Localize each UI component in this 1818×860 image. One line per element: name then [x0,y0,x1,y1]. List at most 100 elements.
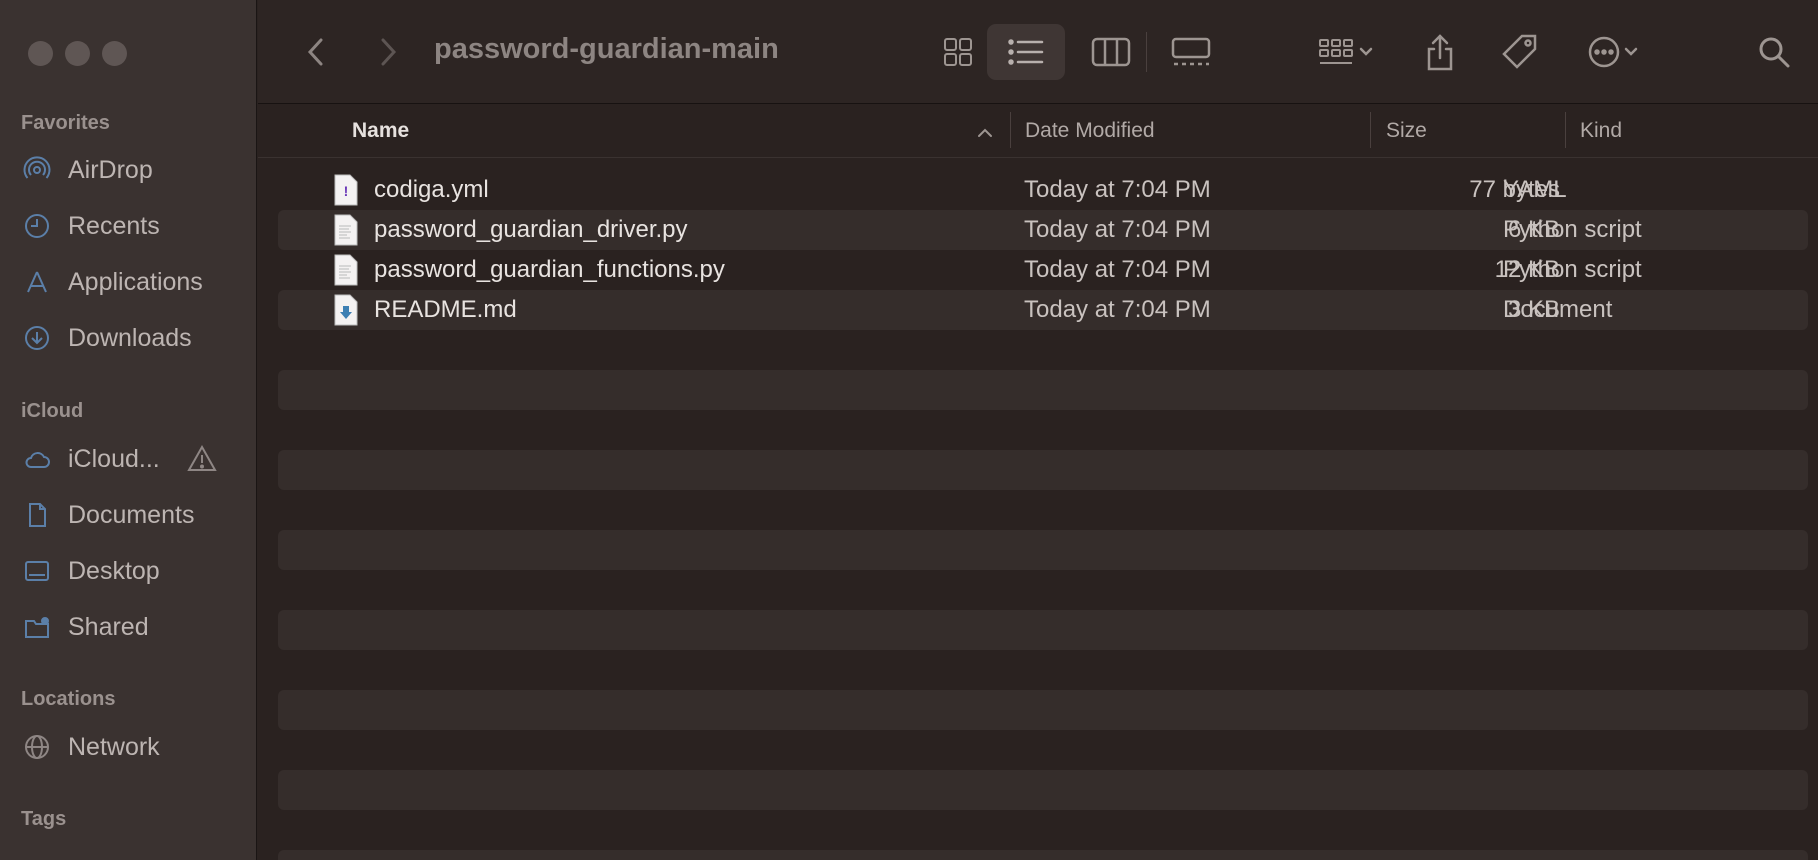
sidebar-item-shared[interactable]: Shared [22,607,149,647]
list-view-button[interactable] [987,24,1065,80]
column-view-button[interactable] [1076,26,1146,78]
file-name: codiga.yml [374,176,489,203]
sidebar-item-label: Downloads [68,323,192,352]
list-icon [1008,39,1044,65]
empty-row-stripe [278,610,1808,650]
applications-icon [22,267,52,297]
share-button[interactable] [1418,24,1462,80]
sidebar-item-airdrop[interactable]: AirDrop [22,150,153,190]
markdown-file-icon [334,294,358,326]
cloud-icon [22,444,52,474]
yaml-file-icon: ! [334,174,358,206]
table-row[interactable]: password_guardian_functions.py Today at … [278,250,1808,290]
sidebar-item-desktop[interactable]: Desktop [22,551,160,591]
file-date: Today at 7:04 PM [1024,296,1211,323]
sidebar-item-documents[interactable]: Documents [22,495,194,535]
column-header-date-modified[interactable]: Date Modified [1025,119,1155,143]
window-title: password-guardian-main [434,33,779,65]
group-icon [1319,39,1353,64]
empty-row-stripe [278,850,1808,860]
sidebar-item-network[interactable]: Network [22,727,160,767]
zoom-window-button[interactable] [102,41,127,66]
toolbar: password-guardian-main [258,0,1818,104]
sidebar-item-label: Recents [68,211,160,240]
table-row[interactable]: README.md Today at 7:04 PM 3 KB Document [278,290,1808,330]
tag-button[interactable] [1494,24,1544,80]
sidebar-item-applications[interactable]: Applications [22,262,203,302]
file-kind: Document [1503,296,1613,323]
gallery-view-button[interactable] [1156,26,1226,78]
clock-icon [22,211,52,241]
column-header-name[interactable]: Name [352,119,409,143]
file-date: Today at 7:04 PM [1024,256,1211,283]
file-name: password_guardian_functions.py [374,256,725,283]
gallery-icon [1171,37,1211,66]
sidebar-item-icloud-drive[interactable]: iCloud... [22,439,160,479]
sidebar-item-label: Documents [68,500,195,529]
search-button[interactable] [1752,28,1796,76]
table-row[interactable]: ! codiga.yml Today at 7:04 PM 77 bytes Y… [278,170,1808,210]
chevron-left-icon [307,38,323,66]
forward-button[interactable] [370,32,406,72]
back-button[interactable] [298,32,334,72]
sidebar-item-label: AirDrop [68,155,153,184]
column-header-size[interactable]: Size [1386,119,1427,143]
chevron-down-icon [1624,47,1638,56]
file-kind: Python script [1503,216,1642,243]
chevron-down-icon [1359,47,1373,56]
file-name: README.md [374,296,517,323]
file-date: Today at 7:04 PM [1024,216,1211,243]
document-icon [22,500,52,530]
file-date: Today at 7:04 PM [1024,176,1211,203]
close-window-button[interactable] [28,41,53,66]
python-file-icon [334,254,358,286]
sidebar-item-recents[interactable]: Recents [22,206,160,246]
file-kind: YAML [1503,176,1567,203]
table-row[interactable]: password_guardian_driver.py Today at 7:0… [278,210,1808,250]
sidebar-item-label: Shared [68,612,149,641]
sidebar: Favorites AirDrop Recents Applications D… [0,0,257,860]
group-by-button[interactable] [1306,26,1386,78]
sidebar-item-label: Desktop [68,556,160,585]
tag-icon [1502,34,1537,69]
network-globe-icon [22,732,52,762]
svg-text:!: ! [344,183,349,199]
search-icon [1759,37,1790,68]
file-name: password_guardian_driver.py [374,216,688,243]
column-header-bar: Name Date Modified Size Kind [258,105,1818,158]
sidebar-section-icloud: iCloud [21,400,84,422]
sidebar-section-favorites: Favorites [21,112,110,134]
warning-icon[interactable] [187,444,217,474]
more-actions-button[interactable] [1574,26,1654,78]
python-file-icon [334,214,358,246]
grid-icon [944,38,972,66]
column-divider[interactable] [1370,112,1371,148]
airdrop-icon [22,155,52,185]
empty-row-stripe [278,530,1808,570]
sidebar-section-tags: Tags [21,808,67,830]
column-divider[interactable] [1010,112,1011,148]
minimize-window-button[interactable] [65,41,90,66]
sidebar-item-label: Network [68,732,160,761]
icon-view-button[interactable] [923,26,993,78]
sort-ascending-icon[interactable] [976,127,994,139]
columns-icon [1091,37,1131,67]
empty-row-stripe [278,450,1808,490]
empty-row-stripe [278,370,1808,410]
file-kind: Python script [1503,256,1642,283]
main-pane: password-guardian-main Name Date Modifie… [258,0,1818,860]
chevron-right-icon [381,38,397,66]
toolbar-divider [1146,32,1147,72]
empty-row-stripe [278,770,1808,810]
download-icon [22,323,52,353]
column-divider[interactable] [1565,112,1566,148]
sidebar-item-label: iCloud... [68,444,160,473]
sidebar-item-downloads[interactable]: Downloads [22,318,192,358]
share-icon [1427,34,1453,71]
empty-row-stripe [278,690,1808,730]
sidebar-section-locations: Locations [21,688,116,710]
ellipsis-circle-icon [1588,36,1620,68]
column-header-kind[interactable]: Kind [1580,119,1622,143]
window-controls [28,41,127,66]
sidebar-item-label: Applications [68,267,203,296]
